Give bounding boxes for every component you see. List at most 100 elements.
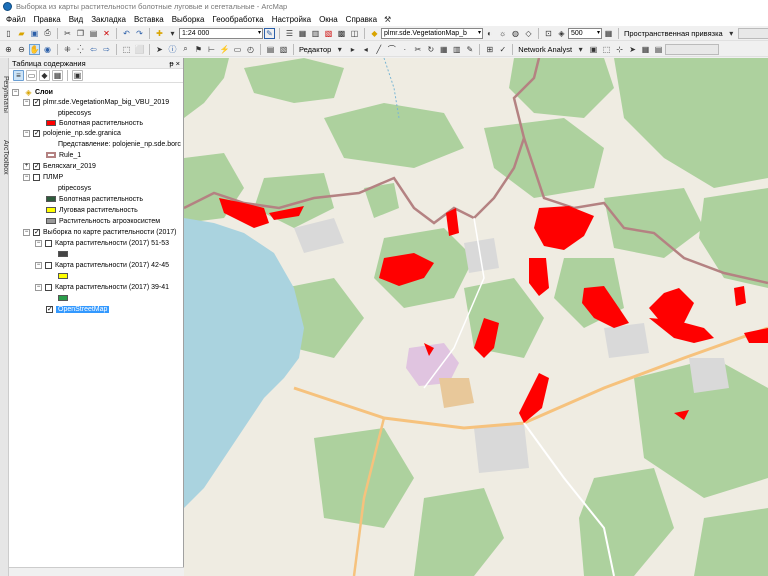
table-of-contents-icon[interactable]: ☰ (284, 28, 295, 39)
zoom-to-icon[interactable]: ⊡ (543, 28, 554, 39)
clear-selection-icon[interactable]: ⬜ (134, 44, 145, 55)
collapse-icon[interactable]: − (35, 261, 42, 269)
straight-segment-icon[interactable]: ╱ (373, 44, 384, 55)
menu-selection[interactable]: Выборка (168, 15, 209, 24)
visibility-checkbox[interactable] (45, 261, 52, 269)
layer-icon[interactable]: ◆ (369, 28, 380, 39)
visibility-checkbox[interactable]: ✓ (46, 305, 53, 313)
menu-file[interactable]: Файл (2, 15, 30, 24)
sketch-properties-icon[interactable]: ▥ (451, 44, 462, 55)
topology-icon[interactable]: ⊞ (484, 44, 495, 55)
attributes-icon[interactable]: ▦ (438, 44, 449, 55)
trace-icon[interactable]: ⌒ (386, 44, 397, 55)
visibility-checkbox[interactable] (33, 173, 40, 181)
find-icon[interactable]: ⌕ (180, 44, 191, 55)
editor-menu[interactable]: Редактор (297, 45, 333, 54)
list-by-source-icon[interactable]: ▭ (26, 70, 37, 81)
list-by-drawing-order-icon[interactable]: ≡ (13, 70, 24, 81)
menu-help[interactable]: Справка (342, 15, 381, 24)
select-location-icon[interactable]: ➤ (627, 44, 638, 55)
transparency-icon[interactable]: ◍ (510, 28, 521, 39)
horizontal-scrollbar[interactable] (9, 567, 184, 576)
point-icon[interactable]: · (399, 44, 410, 55)
create-features-icon[interactable]: ✎ (464, 44, 475, 55)
open-folder-icon[interactable]: ▰ (16, 28, 27, 39)
options-icon[interactable]: ▣ (72, 70, 83, 81)
data-view-icon[interactable]: ▧ (278, 44, 289, 55)
menu-view[interactable]: Вид (65, 15, 87, 24)
forward-extent-icon[interactable]: ⇨ (101, 44, 112, 55)
tree-row-layers[interactable]: − ◈ Слои (12, 87, 53, 97)
map-canvas[interactable] (184, 58, 768, 576)
tree-row-layer[interactable]: − ✓ plmr.sde.VegetationMap_big_VBU_2019 (23, 97, 169, 107)
full-extent-icon[interactable]: ◉ (42, 44, 53, 55)
swipe-icon[interactable]: ◇ (523, 28, 534, 39)
list-by-visibility-icon[interactable]: ◆ (39, 70, 50, 81)
chevron-down-icon[interactable]: ▾ (334, 44, 345, 55)
menu-geoprocessing[interactable]: Геообработка (208, 15, 267, 24)
network-window-icon[interactable]: ▣ (588, 44, 599, 55)
solve-icon[interactable]: ▦ (640, 44, 651, 55)
visibility-checkbox[interactable]: ✓ (33, 162, 40, 170)
visibility-checkbox[interactable]: ✓ (33, 228, 40, 236)
edit-tool-icon[interactable]: ▸ (347, 44, 358, 55)
paste-icon[interactable]: ▤ (88, 28, 99, 39)
contrast-icon[interactable]: ◐ (484, 28, 495, 39)
select-features-icon[interactable]: ⬚ (121, 44, 132, 55)
grid-icon[interactable]: ▦ (603, 28, 614, 39)
visibility-checkbox[interactable] (45, 239, 52, 247)
tab-arctoolbox[interactable]: ArcToolbox (0, 128, 9, 186)
tab-results[interactable]: Результаты (0, 66, 9, 122)
editor-toolbar-icon[interactable]: ✎ (264, 27, 275, 39)
menu-bookmarks[interactable]: Закладка (87, 15, 130, 24)
python-icon[interactable]: ▩ (336, 28, 347, 39)
list-by-selection-icon[interactable]: ▦ (52, 70, 63, 81)
add-data-icon[interactable]: ✚ (154, 28, 165, 39)
collapse-icon[interactable]: − (23, 173, 30, 181)
new-route-icon[interactable]: ⬚ (601, 44, 612, 55)
collapse-icon[interactable]: − (23, 228, 30, 236)
target-layer-combo[interactable]: plmr.sde.VegetationMap_b ▾ (381, 27, 483, 39)
undo-icon[interactable]: ↶ (121, 28, 132, 39)
zoom-out-icon[interactable]: ⊖ (16, 44, 27, 55)
network-combo[interactable] (665, 43, 720, 55)
zoom-in-icon[interactable]: ⊕ (3, 44, 14, 55)
chevron-down-icon[interactable]: ▾ (575, 44, 586, 55)
delete-icon[interactable]: ✕ (101, 28, 112, 39)
visibility-checkbox[interactable]: ✓ (33, 129, 40, 137)
select-elements-icon[interactable]: ➤ (154, 44, 165, 55)
tree-row-layer[interactable]: + ✓ Белясхаги_2019 (23, 161, 96, 171)
collapse-icon[interactable]: − (35, 239, 42, 247)
validate-icon[interactable]: ✓ (497, 44, 508, 55)
collapse-icon[interactable]: − (35, 283, 42, 291)
expand-icon[interactable]: + (23, 162, 30, 170)
collapse-icon[interactable]: − (23, 98, 30, 106)
copy-icon[interactable]: ❐ (75, 28, 86, 39)
html-popup-icon[interactable]: ▭ (232, 44, 243, 55)
directions-icon[interactable]: ▤ (653, 44, 664, 55)
network-analyst-menu[interactable]: Network Analyst (516, 45, 574, 54)
create-location-icon[interactable]: ⊹ (614, 44, 625, 55)
back-extent-icon[interactable]: ⇦ (88, 44, 99, 55)
georef-layer-combo[interactable] (737, 27, 768, 39)
search-window-icon[interactable]: ▥ (310, 28, 321, 39)
identify-icon[interactable]: ⓘ (167, 44, 178, 55)
time-slider-icon[interactable]: ◴ (245, 44, 256, 55)
add-data-dropdown-icon[interactable]: ▾ (167, 28, 178, 39)
chevron-down-icon[interactable]: ▾ (726, 28, 737, 39)
find-route-icon[interactable]: ⚑ (193, 44, 204, 55)
map-svg[interactable] (184, 58, 768, 576)
map-scale-combo[interactable]: 1:24 000 ▾ (179, 27, 263, 39)
count-combo[interactable]: 500 ▾ (568, 27, 602, 39)
tree-row-layer[interactable]: − ✓ polojenie_np.sde.granica (23, 128, 121, 138)
collapse-icon[interactable]: − (12, 88, 19, 96)
cut-icon[interactable]: ✂ (62, 28, 73, 39)
layout-view-icon[interactable]: ▤ (265, 44, 276, 55)
rotate-icon[interactable]: ↻ (425, 44, 436, 55)
pan-icon[interactable]: ✋ (29, 43, 40, 55)
brightness-icon[interactable]: ☼ (497, 28, 508, 39)
hyperlink-icon[interactable]: ⚡ (219, 44, 230, 55)
menu-windows[interactable]: Окна (315, 15, 342, 24)
menu-edit[interactable]: Правка (30, 15, 65, 24)
collapse-icon[interactable]: − (23, 129, 30, 137)
